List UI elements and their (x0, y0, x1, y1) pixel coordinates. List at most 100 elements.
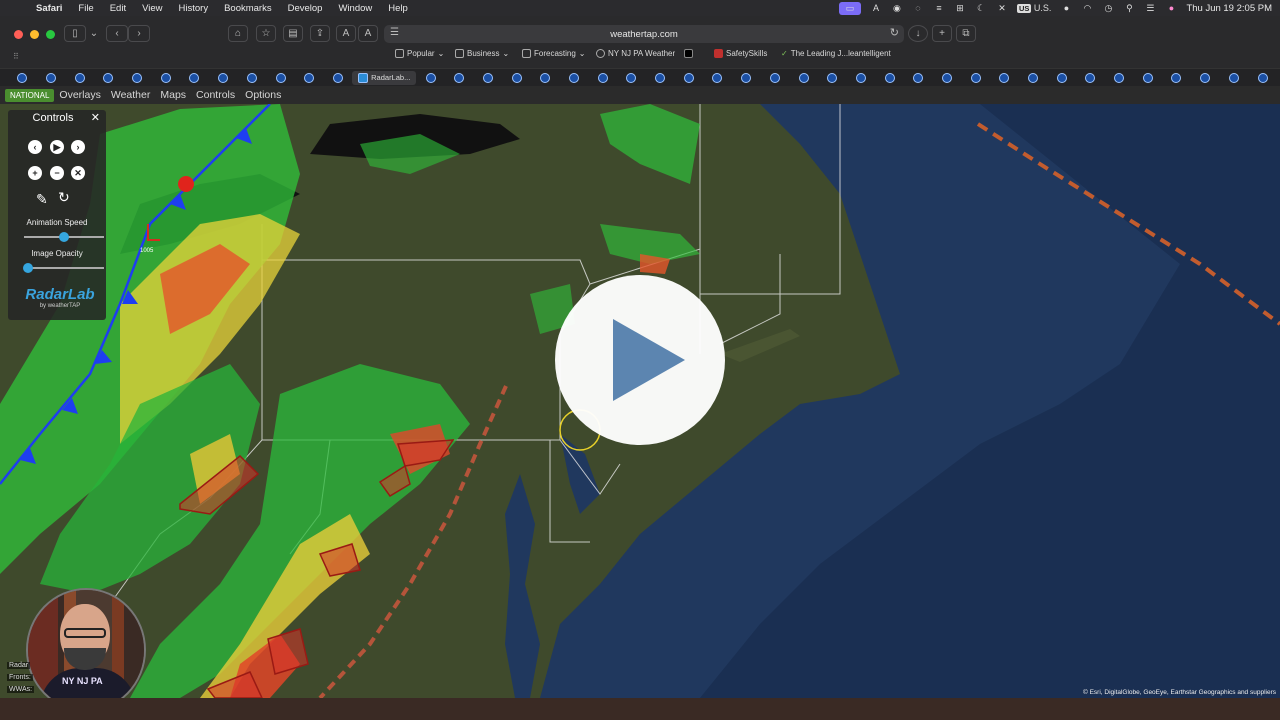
browser-tab[interactable] (1162, 71, 1191, 85)
browser-tab[interactable] (1191, 71, 1220, 85)
step-back-icon[interactable]: ‹ (28, 140, 42, 154)
share-icon[interactable]: ⇪ (310, 25, 330, 42)
clear-icon[interactable]: ✕ (71, 166, 85, 180)
new-tab-button[interactable]: + (932, 25, 952, 42)
close-window-button[interactable] (14, 30, 23, 39)
forward-button[interactable]: › (128, 25, 150, 42)
user-icon[interactable]: ● (1060, 3, 1072, 13)
tab-overview-button[interactable]: ⧉ (956, 25, 976, 42)
refresh-icon[interactable]: ↻ (58, 190, 70, 204)
menubar-clock[interactable]: Thu Jun 19 2:05 PM (1186, 3, 1272, 14)
browser-tab[interactable] (761, 71, 790, 85)
browser-tab[interactable] (1019, 71, 1048, 85)
browser-tab[interactable] (502, 71, 531, 85)
favorite-popular[interactable]: Popular ⌄ (395, 49, 444, 58)
browser-tab[interactable] (123, 71, 152, 85)
browser-tab[interactable] (904, 71, 933, 85)
browser-tab[interactable] (1047, 71, 1076, 85)
downloads-icon[interactable]: ↓ (908, 25, 928, 42)
tab-radarlab[interactable]: RadarLab... (352, 70, 417, 85)
menu-history[interactable]: History (171, 3, 217, 14)
browser-tab[interactable] (933, 71, 962, 85)
menu-grid-icon[interactable]: ⊞ (954, 3, 966, 13)
nav-weather[interactable]: Weather (106, 89, 156, 101)
browser-tab[interactable] (789, 71, 818, 85)
browser-tab[interactable] (531, 71, 560, 85)
wifi-icon[interactable]: ◠ (1081, 3, 1093, 13)
control-center-icon[interactable]: ☰ (1144, 3, 1156, 13)
browser-tab[interactable] (94, 71, 123, 85)
browser-tab[interactable] (474, 71, 503, 85)
browser-tab[interactable] (266, 71, 295, 85)
browser-tab[interactable] (588, 71, 617, 85)
reload-icon[interactable]: ↻ (890, 26, 899, 39)
slider-handle[interactable] (23, 263, 33, 273)
step-forward-icon[interactable]: › (71, 140, 85, 154)
text-icon[interactable]: A (870, 3, 882, 13)
browser-tab[interactable] (416, 71, 445, 85)
text-smaller-button[interactable]: A (336, 25, 356, 42)
play-icon[interactable]: ▶ (50, 140, 64, 154)
slider-handle[interactable] (59, 232, 69, 242)
browser-tab[interactable] (961, 71, 990, 85)
browser-tab[interactable] (209, 71, 238, 85)
browser-tab[interactable] (703, 71, 732, 85)
page-menu-icon[interactable]: ☰ (390, 27, 399, 38)
browser-tab[interactable] (990, 71, 1019, 85)
browser-tab[interactable] (238, 71, 267, 85)
spotlight-search-icon[interactable]: ⚲ (1123, 3, 1135, 13)
bookmark-star-icon[interactable]: ☆ (256, 25, 276, 42)
home-icon[interactable]: ⌂ (228, 25, 248, 42)
back-button[interactable]: ‹ (106, 25, 128, 42)
favorite-leading-j[interactable]: ✓ The Leading J...leantelligent (781, 49, 891, 58)
input-source[interactable]: US U.S. (1016, 3, 1051, 13)
chevron-down-icon[interactable]: ⌄ (88, 25, 100, 42)
favorite-forecasting[interactable]: Forecasting ⌄ (522, 49, 586, 58)
nav-maps[interactable]: Maps (155, 89, 191, 101)
extension-icon[interactable]: ◉ (891, 3, 903, 13)
zoom-out-icon[interactable]: − (50, 166, 64, 180)
browser-tab[interactable] (1133, 71, 1162, 85)
siri-icon[interactable]: ● (1165, 3, 1177, 13)
browser-tab[interactable] (818, 71, 847, 85)
video-play-button[interactable] (555, 275, 725, 445)
browser-tab[interactable] (37, 71, 66, 85)
browser-tab[interactable] (65, 71, 94, 85)
menu-safari[interactable]: Safari (28, 3, 70, 14)
time-machine-icon[interactable]: ◷ (1102, 3, 1114, 13)
browser-tab[interactable] (445, 71, 474, 85)
menu-edit[interactable]: Edit (102, 3, 134, 14)
menu-develop[interactable]: Develop (280, 3, 331, 14)
nav-options[interactable]: Options (240, 89, 286, 101)
close-icon[interactable]: ✕ (91, 111, 100, 124)
browser-tab[interactable] (560, 71, 589, 85)
browser-tab[interactable] (646, 71, 675, 85)
nav-controls[interactable]: Controls (191, 89, 240, 101)
menu-bookmarks[interactable]: Bookmarks (216, 3, 280, 14)
address-bar[interactable]: ☰ weathertap.com ↻ (384, 25, 904, 43)
browser-tab[interactable] (875, 71, 904, 85)
minimize-window-button[interactable] (30, 30, 39, 39)
browser-tab[interactable] (180, 71, 209, 85)
browser-tab[interactable] (324, 71, 353, 85)
browser-tab[interactable] (1076, 71, 1105, 85)
browser-tab[interactable] (847, 71, 876, 85)
mute-icon[interactable]: ✕ (996, 3, 1008, 13)
browser-tab[interactable] (1105, 71, 1134, 85)
menu-help[interactable]: Help (380, 3, 416, 14)
loader-icon[interactable]: ◌ (912, 3, 924, 13)
browser-tab[interactable] (674, 71, 703, 85)
menu-window[interactable]: Window (330, 3, 380, 14)
print-icon[interactable]: ▤ (283, 25, 303, 42)
menu-file[interactable]: File (70, 3, 101, 14)
menu-view[interactable]: View (134, 3, 170, 14)
nav-national[interactable]: NATIONAL (5, 88, 55, 102)
favorite-safetyskills[interactable]: SafetySkills (714, 49, 767, 58)
browser-tab[interactable] (8, 71, 37, 85)
text-larger-button[interactable]: A (358, 25, 378, 42)
browser-tab[interactable] (617, 71, 646, 85)
image-opacity-slider[interactable] (23, 263, 104, 273)
zoom-window-button[interactable] (46, 30, 55, 39)
browser-tab[interactable] (1248, 71, 1277, 85)
nav-overlays[interactable]: Overlays (54, 89, 105, 101)
